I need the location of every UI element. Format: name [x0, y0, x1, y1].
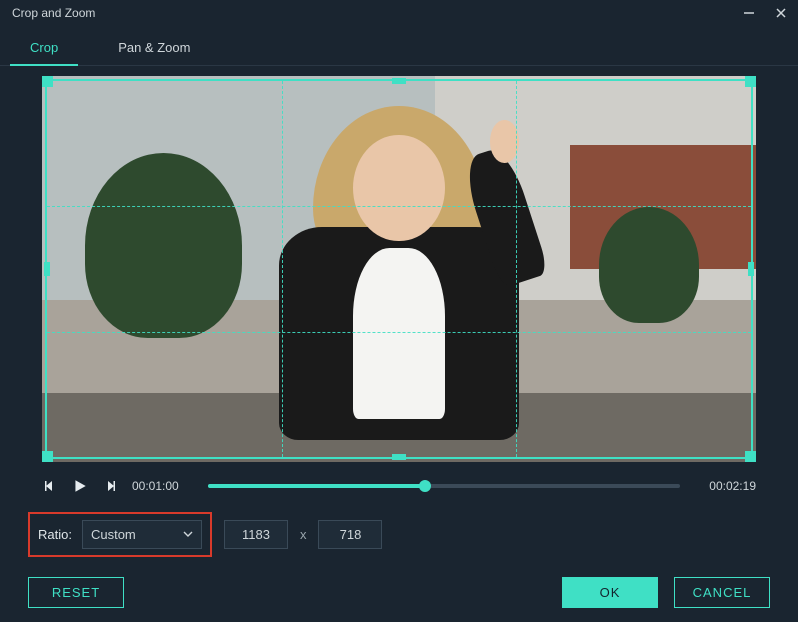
grid-line [47, 206, 751, 207]
seek-thumb[interactable] [419, 480, 431, 492]
ratio-selected: Custom [91, 527, 136, 542]
close-button[interactable] [774, 6, 788, 20]
grid-line [516, 81, 517, 457]
crop-handle-tr[interactable] [745, 76, 756, 87]
video-preview[interactable] [42, 76, 756, 462]
crop-handle-bl[interactable] [42, 451, 53, 462]
chevron-down-icon [183, 527, 193, 542]
crop-handle-t[interactable] [392, 78, 406, 84]
window-title: Crop and Zoom [12, 6, 95, 20]
ratio-highlight: Ratio: Custom [28, 512, 212, 557]
height-input[interactable]: 718 [318, 520, 382, 549]
current-time: 00:01:00 [132, 479, 194, 493]
crop-frame[interactable] [45, 79, 753, 459]
duration-time: 00:02:19 [694, 479, 756, 493]
play-button[interactable] [72, 478, 88, 494]
tab-pan-zoom[interactable]: Pan & Zoom [88, 30, 220, 65]
ratio-select[interactable]: Custom [82, 520, 202, 549]
ok-button[interactable]: OK [562, 577, 658, 608]
minimize-button[interactable] [742, 6, 756, 20]
crop-handle-b[interactable] [392, 454, 406, 460]
crop-handle-r[interactable] [748, 262, 754, 276]
next-frame-button[interactable] [102, 478, 118, 494]
seek-track[interactable] [208, 484, 680, 488]
cancel-button[interactable]: CANCEL [674, 577, 770, 608]
reset-button[interactable]: RESET [28, 577, 124, 608]
grid-line [47, 332, 751, 333]
prev-frame-button[interactable] [42, 478, 58, 494]
width-input[interactable]: 1183 [224, 520, 288, 549]
crop-handle-l[interactable] [44, 262, 50, 276]
crop-handle-br[interactable] [745, 451, 756, 462]
ratio-label: Ratio: [38, 527, 72, 542]
grid-line [282, 81, 283, 457]
crop-handle-tl[interactable] [42, 76, 53, 87]
dimension-separator: x [300, 527, 307, 542]
tab-crop[interactable]: Crop [0, 30, 88, 65]
